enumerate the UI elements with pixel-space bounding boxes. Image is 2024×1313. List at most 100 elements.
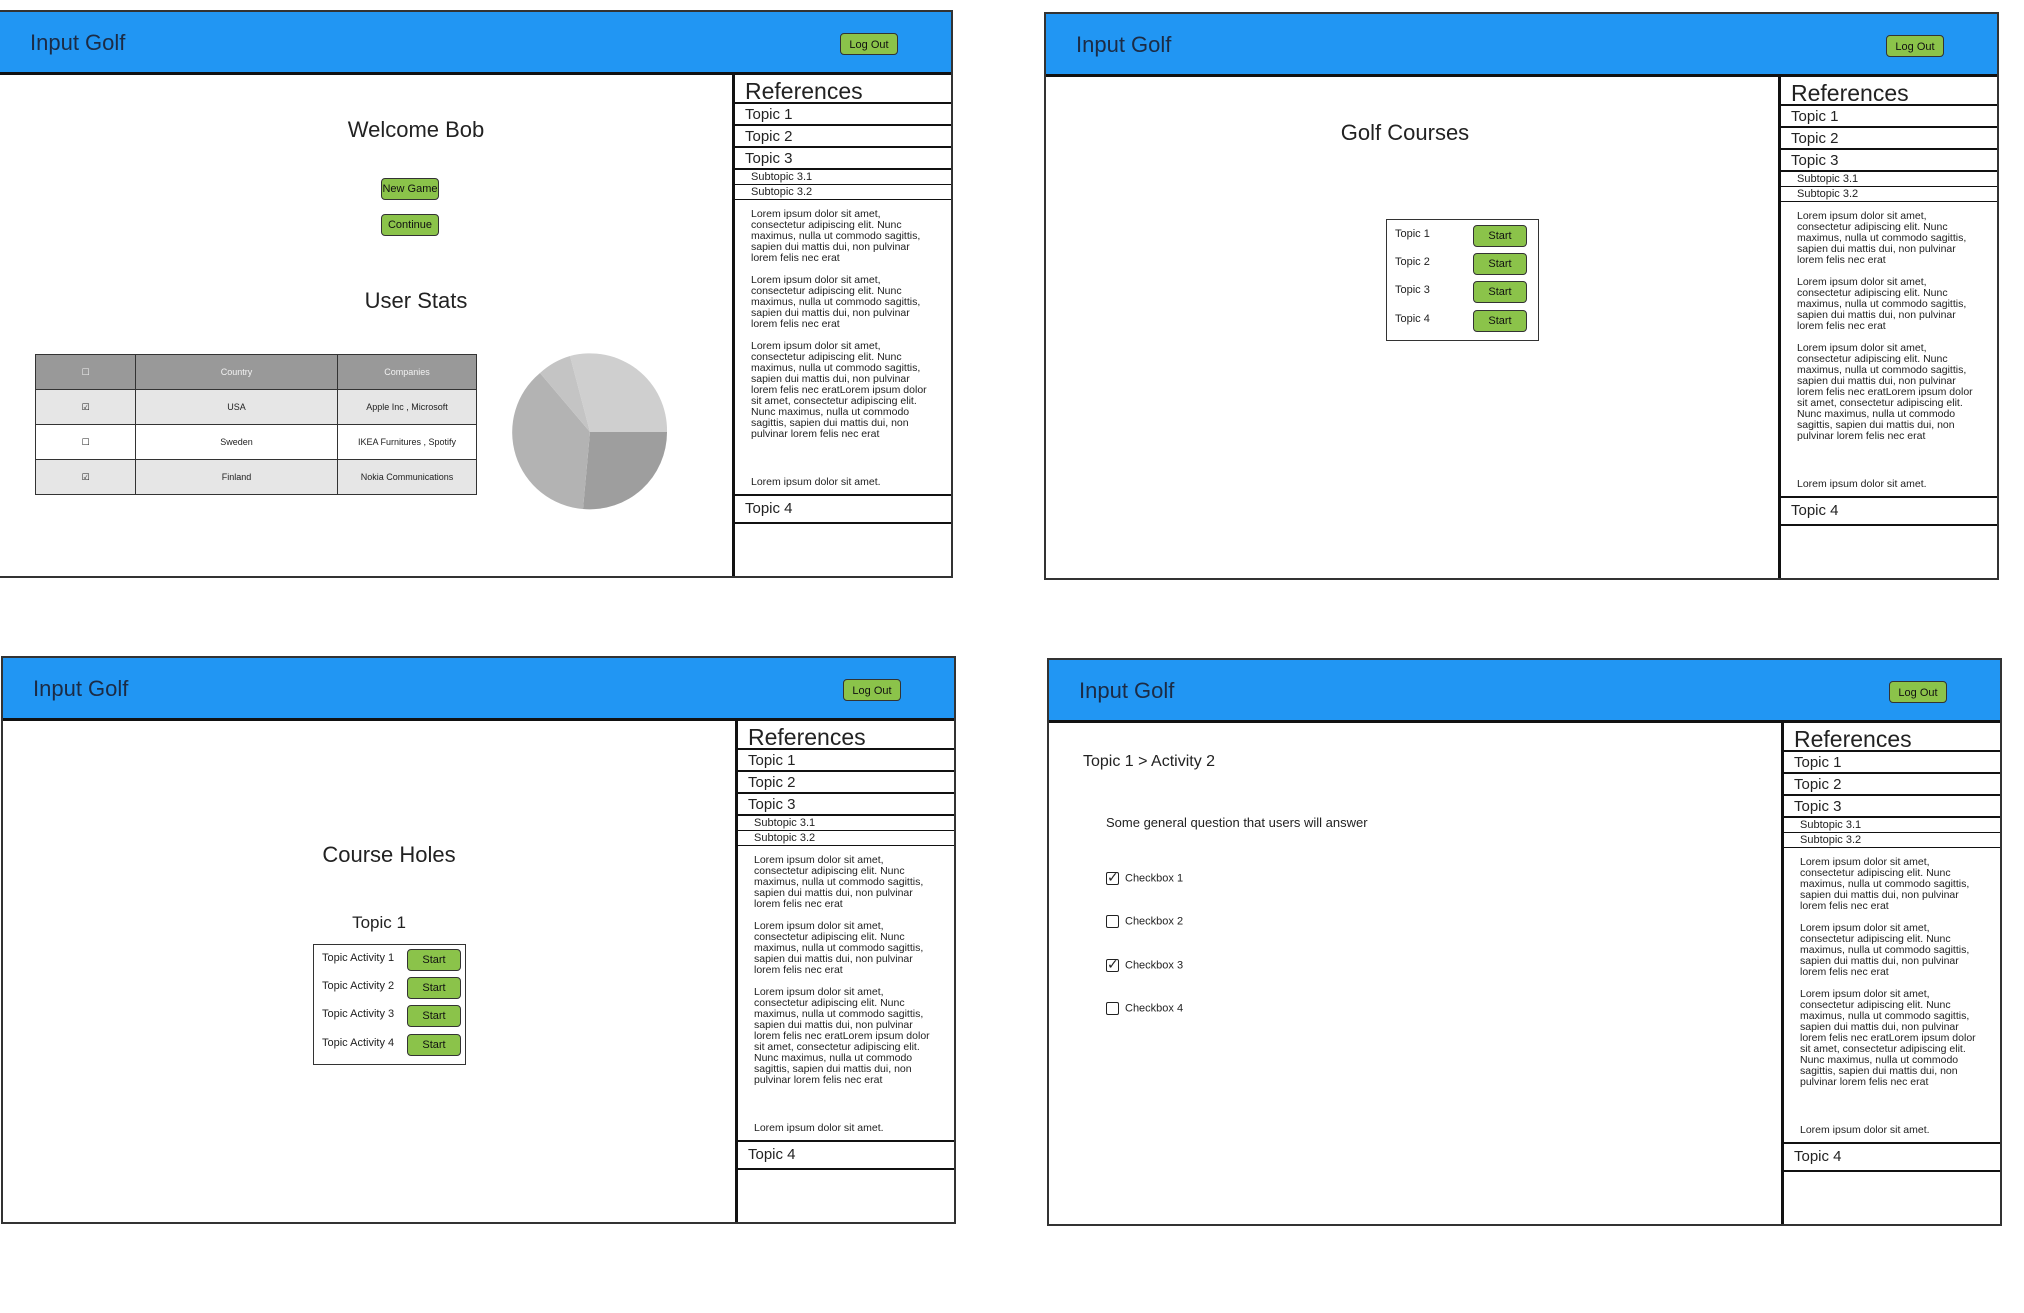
activity-list: Topic Activity 1 Start Topic Activity 2 …: [313, 944, 466, 1065]
table-row: ☐ Sweden IKEA Furnitures , Spotify: [35, 424, 477, 460]
ref-subtopic-3-1[interactable]: Subtopic 3.1: [738, 816, 954, 831]
list-item: Topic Activity 1 Start: [314, 946, 465, 974]
ref-topic-3[interactable]: Topic 3: [735, 148, 951, 170]
start-button[interactable]: Start: [1473, 310, 1527, 332]
app-header: Input Golf Log Out: [3, 658, 954, 721]
checkbox-unchecked-icon[interactable]: [1106, 1002, 1119, 1015]
table-row: ☑ Finland Nokia Communications: [35, 459, 477, 495]
logout-button[interactable]: Log Out: [843, 679, 901, 701]
stats-table: ☐ Country Companies ☑ USA Apple Inc , Mi…: [35, 354, 477, 495]
start-button[interactable]: Start: [407, 1034, 461, 1056]
ref-topic-2[interactable]: Topic 2: [1781, 128, 1997, 150]
ref-topic-3[interactable]: Topic 3: [1781, 150, 1997, 172]
logout-button[interactable]: Log Out: [1886, 35, 1944, 57]
references-panel: References Topic 1 Topic 2 Topic 3 Subto…: [1781, 721, 2000, 1224]
ref-topic-2[interactable]: Topic 2: [738, 772, 954, 794]
ref-paragraph: Lorem ipsum dolor sit amet, consectetur …: [751, 208, 921, 264]
ref-topic-1[interactable]: Topic 1: [738, 750, 954, 772]
ref-topic-2[interactable]: Topic 2: [735, 126, 951, 148]
start-button[interactable]: Start: [1473, 281, 1527, 303]
checkbox-1[interactable]: Checkbox 1: [1106, 869, 1183, 886]
continue-button[interactable]: Continue: [381, 214, 439, 236]
list-item: Topic 4 Start: [1387, 307, 1538, 335]
app-title: Input Golf: [1076, 32, 1172, 57]
start-button[interactable]: Start: [407, 977, 461, 999]
ref-paragraph: Lorem ipsum dolor sit amet, consectetur …: [1797, 276, 1967, 332]
cell-companies: IKEA Furnitures , Spotify: [337, 424, 477, 460]
app-title: Input Golf: [30, 30, 126, 55]
ref-topic-4[interactable]: Topic 4: [1784, 1144, 2000, 1172]
ref-topic-4[interactable]: Topic 4: [735, 496, 951, 524]
question-text: Some general question that users will an…: [1106, 815, 1368, 830]
course-label: Topic 4: [1395, 313, 1430, 325]
course-label: Topic 2: [1395, 256, 1430, 268]
logout-button[interactable]: Log Out: [1889, 681, 1947, 703]
app-header: Input Golf Log Out: [1046, 14, 1997, 77]
references-panel: References Topic 1 Topic 2 Topic 3 Subto…: [1778, 75, 1997, 578]
start-button[interactable]: Start: [1473, 253, 1527, 275]
list-item: Topic Activity 4 Start: [314, 1031, 465, 1059]
checkbox-checked-icon[interactable]: [1106, 869, 1119, 886]
ref-subtopic-3-2[interactable]: Subtopic 3.2: [735, 185, 951, 200]
new-game-button[interactable]: New Game: [381, 178, 439, 200]
references-title: References: [738, 719, 954, 750]
course-holes-subtitle: Topic 1: [352, 913, 406, 932]
ref-subtopic-3-1[interactable]: Subtopic 3.1: [1784, 818, 2000, 833]
checkbox-unchecked-icon[interactable]: [1106, 915, 1119, 928]
user-stats-heading: User Stats: [364, 288, 468, 313]
start-button[interactable]: Start: [407, 1005, 461, 1027]
checkbox-4[interactable]: Checkbox 4: [1106, 1002, 1183, 1015]
start-button[interactable]: Start: [407, 949, 461, 971]
row-checkbox[interactable]: ☑: [35, 459, 136, 495]
breadcrumb: Topic 1 > Activity 2: [1083, 753, 1216, 770]
start-button[interactable]: Start: [1473, 225, 1527, 247]
cell-companies: Apple Inc , Microsoft: [337, 389, 477, 425]
cell-country: Finland: [135, 459, 338, 495]
ref-paragraph: Lorem ipsum dolor sit amet, consectetur …: [754, 920, 924, 976]
list-item: Topic 2 Start: [1387, 250, 1538, 278]
ref-topic-3[interactable]: Topic 3: [1784, 796, 2000, 818]
ref-tail: Lorem ipsum dolor sit amet.: [754, 1122, 884, 1134]
checkbox-label: Checkbox 4: [1125, 1002, 1184, 1015]
ref-subtopic-3-2[interactable]: Subtopic 3.2: [1784, 833, 2000, 848]
logout-button[interactable]: Log Out: [840, 33, 898, 55]
table-header-companies: Companies: [337, 354, 477, 390]
pie-chart: [512, 353, 668, 510]
course-label: Topic 3: [1395, 284, 1430, 296]
row-checkbox[interactable]: ☐: [35, 424, 136, 460]
activity-label: Topic Activity 1: [322, 952, 395, 964]
table-header-check[interactable]: ☐: [35, 354, 136, 390]
references-title: References: [1784, 721, 2000, 752]
list-item: Topic Activity 3 Start: [314, 1002, 465, 1030]
list-item: Topic 1 Start: [1387, 222, 1538, 250]
checkbox-2[interactable]: Checkbox 2: [1106, 915, 1183, 928]
ref-paragraph: Lorem ipsum dolor sit amet, consectetur …: [751, 274, 921, 330]
screen-welcome: Input Golf Log Out Welcome Bob New Game …: [0, 10, 953, 578]
ref-paragraph: Lorem ipsum dolor sit amet, consectetur …: [1797, 210, 1967, 266]
ref-topic-3[interactable]: Topic 3: [738, 794, 954, 816]
ref-topic-1[interactable]: Topic 1: [1784, 752, 2000, 774]
checkbox-checked-icon[interactable]: [1106, 956, 1119, 973]
checkbox-label: Checkbox 2: [1125, 915, 1184, 928]
ref-tail: Lorem ipsum dolor sit amet.: [751, 476, 881, 488]
ref-content: Lorem ipsum dolor sit amet, consectetur …: [738, 846, 954, 1142]
ref-paragraph: Lorem ipsum dolor sit amet, consectetur …: [754, 854, 924, 910]
ref-subtopic-3-1[interactable]: Subtopic 3.1: [1781, 172, 1997, 187]
ref-content: Lorem ipsum dolor sit amet, consectetur …: [1781, 202, 1997, 498]
ref-paragraph: Lorem ipsum dolor sit amet, consectetur …: [754, 986, 930, 1086]
ref-topic-4[interactable]: Topic 4: [1781, 498, 1997, 526]
ref-paragraph: Lorem ipsum dolor sit amet, consectetur …: [1800, 922, 1970, 978]
ref-topic-1[interactable]: Topic 1: [735, 104, 951, 126]
checkbox-3[interactable]: Checkbox 3: [1106, 956, 1183, 973]
ref-topic-4[interactable]: Topic 4: [738, 1142, 954, 1170]
ref-subtopic-3-1[interactable]: Subtopic 3.1: [735, 170, 951, 185]
ref-paragraph: Lorem ipsum dolor sit amet, consectetur …: [1800, 856, 1970, 912]
ref-topic-2[interactable]: Topic 2: [1784, 774, 2000, 796]
app-header: Input Golf Log Out: [0, 12, 951, 75]
ref-topic-1[interactable]: Topic 1: [1781, 106, 1997, 128]
cell-country: Sweden: [135, 424, 338, 460]
ref-subtopic-3-2[interactable]: Subtopic 3.2: [738, 831, 954, 846]
ref-subtopic-3-2[interactable]: Subtopic 3.2: [1781, 187, 1997, 202]
row-checkbox[interactable]: ☑: [35, 389, 136, 425]
app-title: Input Golf: [33, 676, 129, 701]
